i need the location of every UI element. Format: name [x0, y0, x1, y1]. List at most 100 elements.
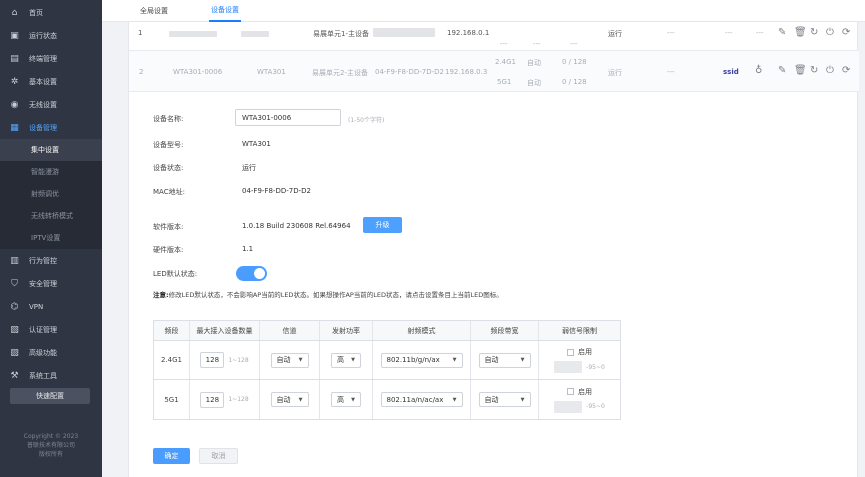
sync-icon[interactable]: ↻ [810, 65, 818, 76]
weak-signal-checkbox[interactable]: 启用 [567, 387, 592, 397]
sidebar-sub-bridge[interactable]: 无线转桥模式 [0, 205, 102, 227]
sidebar-item-basic[interactable]: ✲ 基本设置 [0, 70, 102, 93]
channel-cell: 自动 ▼ [260, 341, 320, 379]
row-index: 2 [139, 68, 144, 76]
device-status-value: 运行 [242, 164, 256, 172]
device-model-label: 设备型号: [153, 141, 184, 149]
sidebar-item-label: 运行状态 [29, 31, 57, 40]
sidebar-sub-rf[interactable]: 射频调优 [0, 183, 102, 205]
bandwidth-cell: 自动 ▼ [471, 341, 539, 379]
sidebar-item-behavior[interactable]: ▥ 行为管控 [0, 249, 102, 272]
delete-icon[interactable]: 🗑 [794, 65, 807, 76]
weak-signal-field: -95~0 [554, 361, 605, 373]
sidebar-item-tools[interactable]: ⚒ 系统工具 [0, 364, 102, 387]
row-dash: --- [667, 29, 675, 37]
row-dash: --- [725, 29, 733, 37]
sidebar-item-auth[interactable]: ▧ 认证管理 [0, 318, 102, 341]
sidebar-item-status[interactable]: ▣ 运行状态 [0, 24, 102, 47]
toggle-knob [254, 268, 265, 279]
select-value: 自动 [484, 395, 499, 404]
row-ip: 192.168.0.3 [445, 68, 488, 76]
edit-icon[interactable]: ✎ [778, 65, 786, 76]
header-rf-mode: 射频模式 [373, 321, 471, 340]
led-bulb-icon[interactable]: ♁ [755, 65, 762, 76]
sidebar-item-label: 认证管理 [29, 325, 57, 334]
row-index: 1 [138, 29, 143, 37]
max-clients-input[interactable]: 128 [200, 391, 225, 408]
table-row: 5G1 128 1~128 自动 ▼ 高 ▼ 802.11a/n/ac/ax ▼ 自动… [154, 380, 620, 419]
weak-signal-input[interactable] [554, 361, 583, 373]
sidebar-item-label: 终端管理 [29, 54, 57, 63]
redacted-mac [373, 28, 435, 37]
sidebar-item-wireless[interactable]: ◉ 无线设置 [0, 93, 102, 116]
sidebar-sub-central[interactable]: 集中设置 [0, 139, 102, 161]
row-dash: --- [570, 40, 578, 48]
table-row[interactable]: 1 易展单元1-主设备 192.168.0.1 --- --- --- 运行 -… [129, 22, 859, 51]
power-icon[interactable]: ⏻ [826, 65, 834, 76]
sidebar-item-label: 无线设置 [29, 100, 57, 109]
row-dash: --- [667, 68, 675, 76]
weak-signal-checkbox[interactable]: 启用 [567, 347, 592, 357]
reboot-icon[interactable]: ⟳ [842, 27, 850, 38]
tab-device-settings[interactable]: 设备设置 [209, 0, 241, 22]
power-select[interactable]: 高 ▼ [331, 392, 361, 407]
rf-mode-select[interactable]: 802.11a/n/ac/ax ▼ [380, 392, 463, 407]
bandwidth-select[interactable]: 自动 ▼ [478, 352, 531, 368]
power-select[interactable]: 高 ▼ [331, 352, 361, 368]
bandwidth-select[interactable]: 自动 ▼ [478, 392, 531, 407]
channel-select[interactable]: 自动 ▼ [270, 392, 309, 407]
cancel-button[interactable]: 取消 [199, 448, 238, 464]
select-value: 802.11a/n/ac/ax [386, 395, 444, 404]
confirm-button[interactable]: 确定 [153, 448, 190, 464]
upgrade-button[interactable]: 升级 [363, 217, 402, 233]
max-clients-input[interactable]: 128 [200, 352, 225, 368]
row-dash: --- [533, 40, 541, 48]
sidebar-item-device-mgmt[interactable]: ▦ 设备管理 [0, 116, 102, 139]
tab-global-settings[interactable]: 全局设置 [140, 0, 168, 22]
behavior-icon: ▥ [10, 255, 19, 266]
sidebar-item-terminal[interactable]: ▤ 终端管理 [0, 47, 102, 70]
led-toggle[interactable] [236, 266, 267, 281]
sub-label: 无线转桥模式 [31, 212, 73, 220]
sidebar-item-home[interactable]: ⌂ 首页 [0, 1, 102, 24]
rf-mode-cell: 802.11b/g/n/ax ▼ [373, 341, 471, 379]
table-header: 频段 最大接入设备数量 信道 发射功率 射频模式 频段带宽 弱信号限制 [154, 321, 620, 341]
reboot-icon[interactable]: ⟳ [842, 65, 850, 76]
row-dash: --- [500, 40, 508, 48]
sidebar-item-advanced[interactable]: ▨ 高级功能 [0, 341, 102, 364]
row-desc: 易展单元2-主设备 [312, 69, 368, 77]
weak-signal-input[interactable] [554, 400, 583, 413]
auth-icon: ▧ [10, 324, 19, 335]
chevron-down-icon: ▼ [351, 357, 355, 363]
row-channel: 自动 [527, 59, 541, 67]
mac-value: 04-F9-F8-DD-7D-D2 [242, 187, 311, 195]
weak-signal-cell: 启用 -95~0 [539, 380, 620, 419]
sidebar-item-vpn[interactable]: ⌬ VPN [0, 295, 102, 318]
chevron-down-icon: ▼ [520, 396, 525, 403]
edit-icon[interactable]: ✎ [778, 27, 786, 38]
sidebar-item-label: 基本设置 [29, 77, 57, 86]
sub-label: 集中设置 [31, 146, 59, 154]
sidebar-item-security[interactable]: ⛉ 安全管理 [0, 272, 102, 295]
sync-icon[interactable]: ↻ [810, 27, 818, 38]
sidebar-item-label: 系统工具 [29, 371, 57, 380]
rf-mode-select[interactable]: 802.11b/g/n/ax ▼ [380, 352, 463, 368]
sidebar-sub-roaming[interactable]: 智能漫游 [0, 161, 102, 183]
channel-select[interactable]: 自动 ▼ [270, 352, 309, 368]
ssid-link[interactable]: ssid [723, 68, 739, 76]
redacted-model [241, 31, 269, 37]
table-row[interactable]: 2 WTA301-0006 WTA301 易展单元2-主设备 04-F9-F8-… [129, 51, 859, 92]
power-icon[interactable]: ⏻ [826, 27, 834, 38]
header-max-clients: 最大接入设备数量 [190, 321, 260, 340]
device-name-input[interactable]: WTA301-0006 [235, 109, 341, 126]
delete-icon[interactable]: 🗑 [794, 27, 807, 38]
checkbox-label: 启用 [578, 387, 592, 396]
sub-label: IPTV设置 [31, 234, 61, 242]
tools-icon: ⚒ [10, 370, 19, 381]
sidebar-item-label: 设备管理 [29, 123, 57, 132]
quick-config-button[interactable]: 快速配置 [10, 388, 90, 404]
radio-settings-table: 频段 最大接入设备数量 信道 发射功率 射频模式 频段带宽 弱信号限制 2.4G… [153, 320, 621, 420]
redacted-id [169, 31, 217, 37]
vpn-icon: ⌬ [10, 301, 19, 312]
sidebar-sub-iptv[interactable]: IPTV设置 [0, 227, 102, 249]
